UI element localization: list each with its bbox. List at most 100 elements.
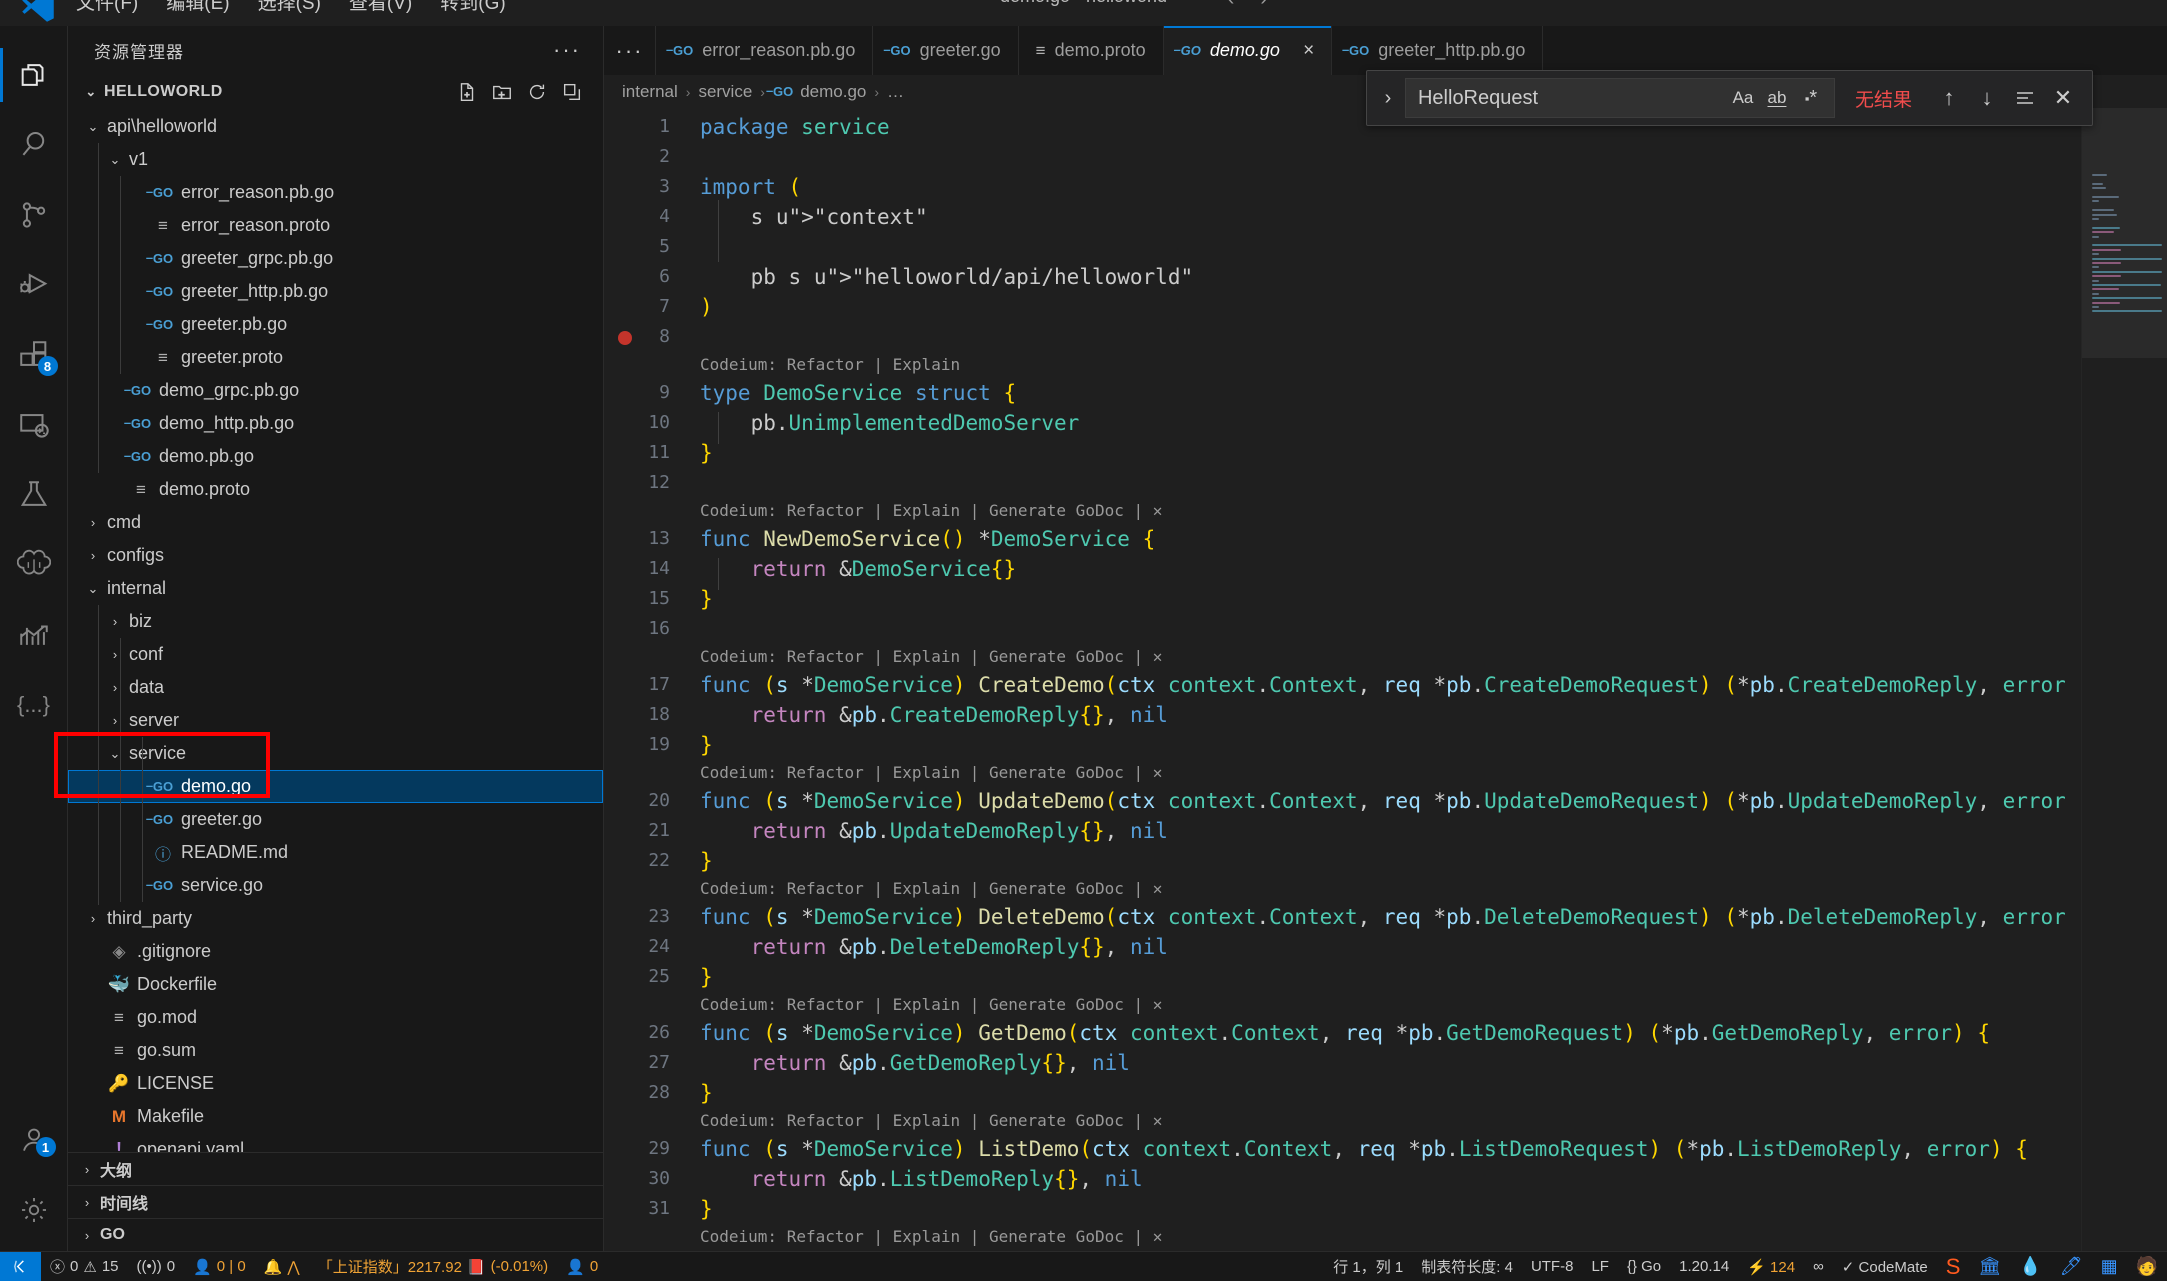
tree-item-greeter.go[interactable]: GO greeter.go xyxy=(68,803,603,836)
codelens-codeium[interactable]: Codeium: Refactor | Explain xyxy=(700,354,960,376)
tab-close-icon[interactable]: × xyxy=(1303,40,1314,62)
explorer-root-section[interactable]: ⌄ HELLOWORLD xyxy=(68,74,603,110)
code-editor[interactable]: 1 2 3 4 5 6 7 8 9 10 11 12 13 14 15 16 17 18 19 20 21 22 23 24 2… xyxy=(604,108,2167,1251)
tree-item-makefile[interactable]: M Makefile xyxy=(68,1100,603,1133)
codelens-codeium[interactable]: Codeium: Refactor | Explain | Generate G… xyxy=(700,500,1162,522)
tree-item-demo_http.pb.go[interactable]: GO demo_http.pb.go xyxy=(68,407,603,440)
activitybar-item-extensions[interactable]: 8 xyxy=(0,320,68,390)
tree-item-dockerfile[interactable]: 🐳 Dockerfile xyxy=(68,968,603,1001)
tab-greeter_http.pb.go[interactable]: GO greeter_http.pb.go xyxy=(1332,26,1544,75)
breadcrumb-item-3[interactable]: … xyxy=(887,82,904,102)
tab-demo.go[interactable]: GO demo.go × xyxy=(1163,26,1333,75)
minimap[interactable] xyxy=(2081,108,2167,1251)
code-line-22[interactable]: } xyxy=(700,846,713,876)
menu-go[interactable]: 转到(G) xyxy=(426,0,519,14)
regex-icon[interactable]: ▪ * xyxy=(1794,82,1828,114)
pen-icon[interactable]: 🖊 xyxy=(2051,1256,2092,1277)
chevron-down-icon[interactable]: ⌄ xyxy=(82,119,104,135)
breadcrumb-item-2[interactable]: GO demo.go xyxy=(766,82,866,102)
status-cursor-position[interactable]: 行 1，列 1 xyxy=(1324,1256,1412,1277)
status-warning-count[interactable]: ⚡ 124 xyxy=(1738,1258,1804,1276)
code-line-28[interactable]: } xyxy=(700,1078,713,1108)
tree-item-v1[interactable]: ⌄ v1 xyxy=(68,143,603,176)
code-line-29[interactable]: func (s *DemoService) ListDemo(ctx conte… xyxy=(700,1134,2028,1164)
code-line-11[interactable]: } xyxy=(700,438,713,468)
find-widget[interactable]: › Aa ab ▪* 无结果 ↑ ↓ ✕ xyxy=(1365,70,2093,126)
activitybar-item-run-and-debug[interactable] xyxy=(0,250,68,320)
status-language-mode[interactable]: {} Go xyxy=(1618,1258,1670,1275)
whole-word-icon[interactable]: ab xyxy=(1760,82,1794,114)
code-line-31[interactable]: } xyxy=(700,1194,713,1224)
tree-item-demo_grpc.pb.go[interactable]: GO demo_grpc.pb.go xyxy=(68,374,603,407)
chevron-right-icon[interactable]: › xyxy=(104,680,126,695)
code-content[interactable]: package service import ( s u">"context" p… xyxy=(696,108,2067,1251)
codelens-codeium[interactable]: Codeium: Refactor | Explain | Generate G… xyxy=(700,1110,1162,1132)
status-alerts[interactable]: 🔔 ⋀ xyxy=(255,1258,309,1276)
tabs-overflow-button[interactable]: ··· xyxy=(604,26,656,75)
find-next-icon[interactable]: ↓ xyxy=(1968,79,2006,117)
tree-item-internal[interactable]: ⌄ internal xyxy=(68,572,603,605)
chevron-right-icon[interactable]: › xyxy=(104,614,126,629)
status-person-count[interactable]: 👤 0 xyxy=(557,1258,607,1276)
breakpoint-marker[interactable] xyxy=(618,331,632,345)
status-radio-tower[interactable]: ((•)) 0 xyxy=(128,1258,185,1275)
go-panel-header[interactable]: › GO xyxy=(68,1218,603,1251)
activitybar-item-remote-explorer[interactable] xyxy=(0,390,68,460)
new-file-icon[interactable] xyxy=(454,79,480,105)
tree-item-third_party[interactable]: › third_party xyxy=(68,902,603,935)
tree-item-openapi.yaml[interactable]: ! openapi.yaml xyxy=(68,1133,603,1152)
code-line-6[interactable]: pb s u">"helloworld/api/helloworld" xyxy=(700,262,1194,292)
tab-demo.proto[interactable]: ≡ demo.proto xyxy=(1018,26,1164,75)
activitybar-item-chatgpt[interactable] xyxy=(0,530,68,600)
activitybar-item-explorer[interactable] xyxy=(0,40,68,110)
chevron-down-icon[interactable]: ⌄ xyxy=(104,746,126,762)
code-line-32[interactable]: func (s *DemoService) CheckHealth(ctx co… xyxy=(700,1250,2067,1251)
status-encoding[interactable]: UTF-8 xyxy=(1522,1258,1583,1275)
code-line-7[interactable]: ) xyxy=(700,292,713,322)
nav-back-icon[interactable]: ‹ xyxy=(1228,0,1235,11)
code-line-20[interactable]: func (s *DemoService) UpdateDemo(ctx con… xyxy=(700,786,2067,816)
droplet-icon[interactable]: 💧 xyxy=(2010,1256,2050,1277)
tab-error_reason.pb.go[interactable]: GO error_reason.pb.go xyxy=(656,26,874,75)
editor-tabs[interactable]: ··· GO error_reason.pb.go GO greeter.go ≡ demo… xyxy=(604,26,2167,75)
collapse-all-icon[interactable] xyxy=(559,79,585,105)
find-input-wrapper[interactable]: Aa ab ▪* xyxy=(1404,78,1835,118)
status-go-tasks[interactable]: 👤 0 | 0 xyxy=(184,1258,255,1276)
chevron-right-icon[interactable]: › xyxy=(82,548,104,563)
grid-icon[interactable]: ▦ xyxy=(2092,1256,2127,1277)
close-icon[interactable]: ✕ xyxy=(2044,79,2082,117)
code-line-25[interactable]: } xyxy=(700,962,713,992)
status-codemate[interactable]: ✓ CodeMate xyxy=(1833,1258,1937,1276)
remote-indicator[interactable] xyxy=(0,1252,41,1281)
menu-file[interactable]: 文件(F) xyxy=(62,0,152,14)
tree-item-greeter.pb.go[interactable]: GO greeter.pb.go xyxy=(68,308,603,341)
outline-panel-header[interactable]: › 大纲 xyxy=(68,1152,603,1185)
breadcrumb-item-1[interactable]: service xyxy=(698,82,752,102)
tree-item-readme.md[interactable]: ⓘ README.md xyxy=(68,836,603,869)
chevron-right-icon[interactable]: › xyxy=(104,647,126,662)
tree-item-go.mod[interactable]: ≡ go.mod xyxy=(68,1001,603,1034)
find-previous-icon[interactable]: ↑ xyxy=(1930,79,1968,117)
code-line-10[interactable]: pb.UnimplementedDemoServer xyxy=(700,408,1080,438)
match-case-icon[interactable]: Aa xyxy=(1726,82,1760,114)
status-indent[interactable]: 制表符长度: 4 xyxy=(1412,1256,1522,1277)
code-line-24[interactable]: return &pb.DeleteDemoReply{}, nil xyxy=(700,932,1168,962)
tree-item-greeter_grpc.pb.go[interactable]: GO greeter_grpc.pb.go xyxy=(68,242,603,275)
chevron-right-icon[interactable]: › xyxy=(82,911,104,926)
timeline-panel-header[interactable]: › 时间线 xyxy=(68,1185,603,1218)
find-in-selection-icon[interactable] xyxy=(2006,79,2044,117)
refresh-icon[interactable] xyxy=(524,79,550,105)
code-line-18[interactable]: return &pb.CreateDemoReply{}, nil xyxy=(700,700,1168,730)
chevron-down-icon[interactable]: ⌄ xyxy=(104,152,126,168)
tab-greeter.go[interactable]: GO greeter.go xyxy=(873,26,1019,75)
tree-item-demo.pb.go[interactable]: GO demo.pb.go xyxy=(68,440,603,473)
tree-item-data[interactable]: › data xyxy=(68,671,603,704)
activitybar-item-source-control[interactable] xyxy=(0,180,68,250)
codelens-codeium[interactable]: Codeium: Refactor | Explain | Generate G… xyxy=(700,646,1162,668)
code-line-21[interactable]: return &pb.UpdateDemoReply{}, nil xyxy=(700,816,1168,846)
code-line-4[interactable]: s u">"context" xyxy=(700,202,928,232)
tree-item-error_reason.pb.go[interactable]: GO error_reason.pb.go xyxy=(68,176,603,209)
avatar[interactable]: 🧑 xyxy=(2127,1256,2167,1277)
code-line-30[interactable]: return &pb.ListDemoReply{}, nil xyxy=(700,1164,1143,1194)
code-line-17[interactable]: func (s *DemoService) CreateDemo(ctx con… xyxy=(700,670,2067,700)
